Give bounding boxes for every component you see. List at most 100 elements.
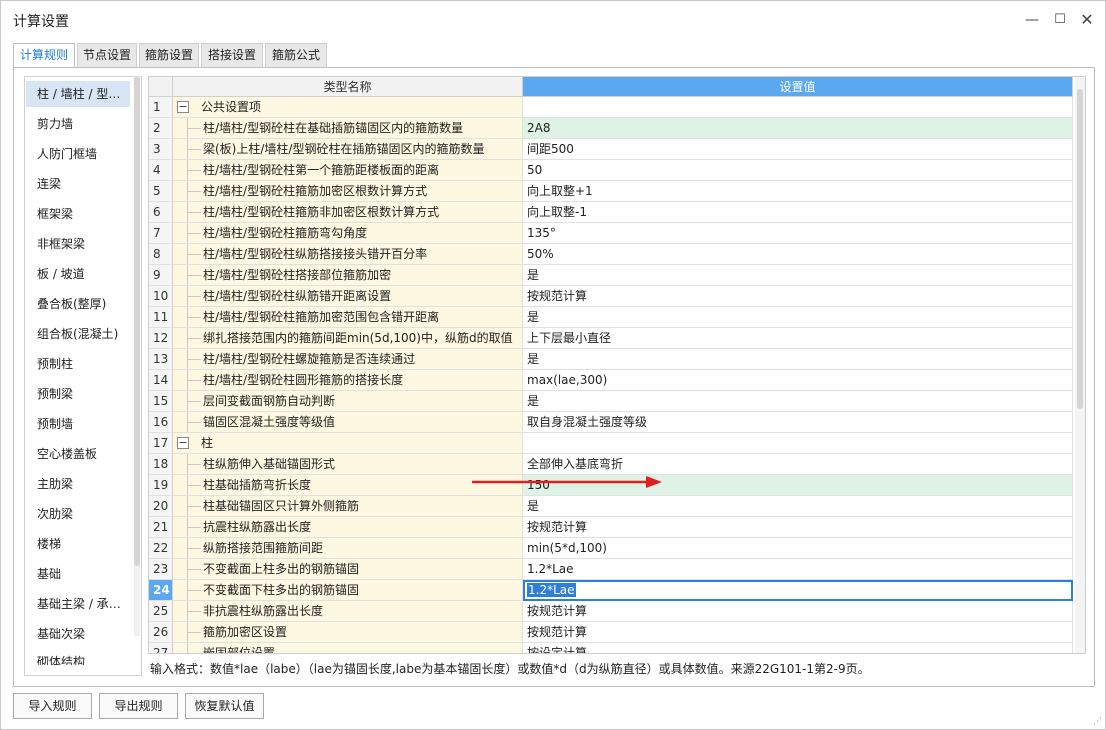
table-row[interactable]: 12 绑扎搭接范围内的箍筋间距min(5d,100)中，纵筋d的取值 上下层最小直径	[149, 328, 1073, 349]
row-setting-value[interactable]	[523, 433, 1073, 454]
sidebar-item-foundation[interactable]: 基础	[26, 561, 130, 587]
table-row[interactable]: 10 柱/墙柱/型钢砼柱纵筋错开距离设置 按规范计算	[149, 286, 1073, 307]
header-type-name[interactable]: 类型名称	[173, 77, 523, 97]
grid-scroll-thumb[interactable]	[1077, 89, 1083, 409]
sidebar-scroll-thumb[interactable]	[134, 76, 140, 566]
sidebar-item-precast-column[interactable]: 预制柱	[26, 351, 130, 377]
table-row[interactable]: 6 柱/墙柱/型钢砼柱箍筋非加密区根数计算方式 向上取整-1	[149, 202, 1073, 223]
sidebar-item-masonry[interactable]: 砌体结构	[26, 651, 130, 665]
row-setting-value[interactable]: 按设定计算	[523, 643, 1073, 653]
tree-line-icon	[181, 139, 201, 159]
sidebar-scrollbar[interactable]	[134, 76, 140, 636]
sidebar-item-composite-slab-full[interactable]: 叠合板(整厚)	[26, 291, 130, 317]
row-setting-value[interactable]: 是	[523, 496, 1073, 517]
row-setting-value[interactable]: 2A8	[523, 118, 1073, 139]
sidebar-item-secondary-rib-beam[interactable]: 次肋梁	[26, 501, 130, 527]
table-row[interactable]: 18 柱纵筋伸入基础锚固形式 全部伸入基底弯折	[149, 454, 1073, 475]
tree-line-icon	[181, 202, 201, 222]
table-row[interactable]: 25 非抗震柱纵筋露出长度 按规范计算	[149, 601, 1073, 622]
table-row[interactable]: 16 锚固区混凝土强度等级值 取自身混凝土强度等级	[149, 412, 1073, 433]
row-value-editor[interactable]: 1.2*Lae	[523, 580, 1073, 601]
row-setting-value[interactable]: 间距500	[523, 139, 1073, 160]
table-row[interactable]: 13 柱/墙柱/型钢砼柱螺旋箍筋是否连续通过 是	[149, 349, 1073, 370]
resize-grip-icon[interactable]: ⋰	[1093, 717, 1103, 727]
tree-line-icon	[181, 601, 201, 621]
export-rules-button[interactable]: 导出规则	[99, 693, 178, 719]
row-setting-value-text: 1.2*Lae	[527, 583, 576, 597]
row-setting-value[interactable]: 50	[523, 160, 1073, 181]
row-setting-value[interactable]: 按规范计算	[523, 622, 1073, 643]
table-row[interactable]: 4 柱/墙柱/型钢砼柱第一个箍筋距楼板面的距离 50	[149, 160, 1073, 181]
row-setting-value[interactable]: 全部伸入基底弯折	[523, 454, 1073, 475]
maximize-icon[interactable]: ☐	[1049, 9, 1071, 31]
tab-stirrup-settings[interactable]: 箍筋设置	[139, 43, 199, 67]
header-setting-value[interactable]: 设置值	[523, 77, 1073, 97]
sidebar-item-frame-beam[interactable]: 框架梁	[26, 201, 130, 227]
sidebar-item-foundation-secondary-beam[interactable]: 基础次梁	[26, 621, 130, 647]
table-row[interactable]: 26 箍筋加密区设置 按规范计算	[149, 622, 1073, 643]
table-row[interactable]: 3 梁(板)上柱/墙柱/型钢砼柱在插筋锚固区内的箍筋数量 间距500	[149, 139, 1073, 160]
restore-defaults-button[interactable]: 恢复默认值	[185, 693, 264, 719]
sidebar-item-precast-beam[interactable]: 预制梁	[26, 381, 130, 407]
sidebar-item-column[interactable]: 柱 / 墙柱 / 型钢柱	[26, 81, 130, 107]
row-setting-value[interactable]: 向上取整+1	[523, 181, 1073, 202]
group-row[interactable]: 17− 柱	[149, 433, 1073, 454]
tab-node-settings[interactable]: 节点设置	[77, 43, 137, 67]
sidebar-item-slab-ramp[interactable]: 板 / 坡道	[26, 261, 130, 287]
row-setting-value[interactable]: 向上取整-1	[523, 202, 1073, 223]
table-row[interactable]: 8 柱/墙柱/型钢砼柱纵筋搭接接头错开百分率 50%	[149, 244, 1073, 265]
tab-stirrup-formula[interactable]: 箍筋公式	[265, 43, 327, 67]
tree-line-icon	[181, 265, 201, 285]
table-row[interactable]: 9 柱/墙柱/型钢砼柱搭接部位箍筋加密 是	[149, 265, 1073, 286]
sidebar-item-civil-defense-door-wall[interactable]: 人防门框墙	[26, 141, 130, 167]
row-setting-value[interactable]: max(lae,300)	[523, 370, 1073, 391]
row-number: 3	[149, 139, 173, 160]
table-row[interactable]: 27 嵌固部位设置 按设定计算	[149, 643, 1073, 653]
row-setting-value[interactable]: 是	[523, 265, 1073, 286]
collapse-icon[interactable]: −	[177, 101, 189, 113]
table-row[interactable]: 22 纵筋搭接范围箍筋间距 min(5*d,100)	[149, 538, 1073, 559]
row-setting-value[interactable]: 135°	[523, 223, 1073, 244]
sidebar-item-composite-slab-concrete[interactable]: 组合板(混凝土)	[26, 321, 130, 347]
table-row[interactable]: 15 层间变截面钢筋自动判断 是	[149, 391, 1073, 412]
tab-calc-rules[interactable]: 计算规则	[13, 43, 75, 68]
table-row[interactable]: 24 不变截面下柱多出的钢筋锚固 1.2*Lae	[149, 580, 1073, 601]
row-setting-value[interactable]	[523, 97, 1073, 118]
sidebar-item-shear-wall[interactable]: 剪力墙	[26, 111, 130, 137]
sidebar-item-hollow-floor-slab[interactable]: 空心楼盖板	[26, 441, 130, 467]
table-row[interactable]: 21 抗震柱纵筋露出长度 按规范计算	[149, 517, 1073, 538]
sidebar-item-precast-wall[interactable]: 预制墙	[26, 411, 130, 437]
table-row[interactable]: 11 柱/墙柱/型钢砼柱箍筋加密范围包含错开距离 是	[149, 307, 1073, 328]
row-setting-value[interactable]: 1.2*Lae	[523, 559, 1073, 580]
grid-scrollbar[interactable]	[1075, 77, 1085, 653]
sidebar-item-coupling-beam[interactable]: 连梁	[26, 171, 130, 197]
table-row[interactable]: 7 柱/墙柱/型钢砼柱箍筋弯勾角度 135°	[149, 223, 1073, 244]
minimize-icon[interactable]: —	[1021, 9, 1043, 31]
import-rules-button[interactable]: 导入规则	[13, 693, 92, 719]
component-list: 柱 / 墙柱 / 型钢柱 剪力墙 人防门框墙 连梁 框架梁 非框架梁 板 / 坡…	[24, 76, 142, 676]
row-setting-value[interactable]: 是	[523, 391, 1073, 412]
table-row[interactable]: 14 柱/墙柱/型钢砼柱圆形箍筋的搭接长度 max(lae,300)	[149, 370, 1073, 391]
close-icon[interactable]: ✕	[1076, 9, 1098, 31]
row-setting-value[interactable]: 是	[523, 349, 1073, 370]
row-setting-value[interactable]: 是	[523, 307, 1073, 328]
row-type-name-text: 非抗震柱纵筋露出长度	[203, 604, 324, 618]
collapse-icon[interactable]: −	[177, 437, 189, 449]
group-row[interactable]: 1− 公共设置项	[149, 97, 1073, 118]
row-setting-value[interactable]: 按规范计算	[523, 601, 1073, 622]
row-setting-value[interactable]: 50%	[523, 244, 1073, 265]
sidebar-item-foundation-main-beam[interactable]: 基础主梁 / 承台梁	[26, 591, 130, 617]
table-row[interactable]: 23 不变截面上柱多出的钢筋锚固 1.2*Lae	[149, 559, 1073, 580]
table-row[interactable]: 5 柱/墙柱/型钢砼柱箍筋加密区根数计算方式 向上取整+1	[149, 181, 1073, 202]
table-row[interactable]: 2 柱/墙柱/型钢砼柱在基础插筋锚固区内的箍筋数量 2A8	[149, 118, 1073, 139]
sidebar-item-main-rib-beam[interactable]: 主肋梁	[26, 471, 130, 497]
sidebar-item-non-frame-beam[interactable]: 非框架梁	[26, 231, 130, 257]
row-setting-value[interactable]: min(5*d,100)	[523, 538, 1073, 559]
tab-lap-settings[interactable]: 搭接设置	[201, 43, 263, 67]
table-row[interactable]: 20 柱基础锚固区只计算外侧箍筋 是	[149, 496, 1073, 517]
row-setting-value[interactable]: 上下层最小直径	[523, 328, 1073, 349]
sidebar-item-stair[interactable]: 楼梯	[26, 531, 130, 557]
row-setting-value[interactable]: 按规范计算	[523, 286, 1073, 307]
row-setting-value[interactable]: 取自身混凝土强度等级	[523, 412, 1073, 433]
row-setting-value[interactable]: 按规范计算	[523, 517, 1073, 538]
